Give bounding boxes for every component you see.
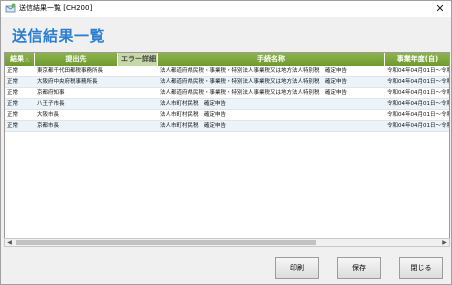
table-row[interactable]: 正常 京都府知事 法人都道府県民税・事業税・特別法人事業税又は地方法人特別税 確… — [5, 88, 450, 99]
cell-error-detail — [118, 121, 158, 132]
page-title: 送信結果一覧 — [12, 27, 106, 45]
scroll-left-icon[interactable]: ◀ — [5, 239, 14, 246]
table-header: 結果△ 提出先 エラー詳細 手続名称 事業年度(自) — [5, 53, 449, 66]
cell-error-detail — [118, 77, 158, 88]
cell-destination: 大阪府中央府税事務所長 — [37, 79, 98, 85]
cell-fiscal-year: 令和04年04月01日～令和 — [387, 101, 450, 107]
cell-fiscal-year: 令和04年04月01日～令和 — [387, 112, 450, 118]
table-row[interactable]: 正常 大阪市長 法人市町村民税 確定申告 令和04年04月01日～令和 — [5, 110, 450, 121]
cell-fiscal-year: 令和04年04月01日～令和 — [387, 79, 450, 85]
cell-procedure: 法人都道府県民税・事業税・特別法人事業税又は地方法人特別税 確定申告 — [160, 68, 348, 74]
cell-result: 正常 — [7, 68, 19, 74]
cell-result: 正常 — [7, 101, 19, 107]
table-row[interactable]: 正常 八王子市長 法人市町村民税 確定申告 令和04年04月01日～令和 — [5, 99, 450, 110]
column-header-fiscal-year[interactable]: 事業年度(自) — [385, 53, 449, 66]
cell-fiscal-year: 令和04年04月01日～令和 — [387, 123, 450, 129]
column-header-procedure[interactable]: 手続名称 — [158, 53, 385, 66]
results-table[interactable]: 結果△ 提出先 エラー詳細 手続名称 事業年度(自) 正常 東京都千代田都税事務… — [4, 52, 450, 242]
close-button[interactable]: 閉じる — [399, 257, 443, 279]
table-row[interactable]: 正常 東京都千代田都税事務所長 法人都道府県民税・事業税・特別法人事業税又は地方… — [5, 66, 450, 77]
cell-destination: 大阪市長 — [37, 112, 60, 118]
cell-error-detail — [118, 110, 158, 121]
cell-result: 正常 — [7, 123, 19, 129]
cell-procedure: 法人市町村民税 確定申告 — [160, 123, 227, 129]
cell-destination: 京都市長 — [37, 123, 60, 129]
cell-procedure: 法人都道府県民税・事業税・特別法人事業税又は地方法人特別税 確定申告 — [160, 79, 348, 85]
window-close-icon[interactable]: ✕ — [433, 2, 447, 16]
cell-destination: 東京都千代田都税事務所長 — [37, 68, 104, 74]
scroll-right-icon[interactable]: ▶ — [440, 239, 449, 246]
cell-error-detail — [118, 66, 158, 77]
cell-procedure: 法人市町村民税 確定申告 — [160, 112, 227, 118]
print-button[interactable]: 印刷 — [275, 257, 319, 279]
horizontal-scrollbar[interactable]: ◀ ▶ — [4, 238, 450, 247]
scroll-thumb[interactable] — [16, 240, 316, 245]
cell-error-detail — [118, 99, 158, 110]
sort-icon: △ — [25, 57, 29, 63]
save-button[interactable]: 保存 — [337, 257, 381, 279]
title-bar: 送信結果一覧 [CH200] ✕ — [1, 1, 451, 17]
column-header-result[interactable]: 結果△ — [5, 53, 35, 66]
cell-destination: 京都府知事 — [37, 90, 65, 96]
cell-destination: 八王子市長 — [37, 101, 65, 107]
cell-result: 正常 — [7, 79, 19, 85]
cell-error-detail — [118, 88, 158, 99]
cell-fiscal-year: 令和04年04月01日～令和 — [387, 68, 450, 74]
window-title: 送信結果一覧 [CH200] — [19, 4, 93, 12]
cell-procedure: 法人市町村民税 確定申告 — [160, 101, 227, 107]
cell-result: 正常 — [7, 112, 19, 118]
cell-result: 正常 — [7, 90, 19, 96]
results-window: 送信結果一覧 [CH200] ✕ 送信結果一覧 結果△ 提出先 エラー詳細 手続… — [0, 0, 452, 285]
table-row[interactable]: 正常 大阪府中央府税事務所長 法人都道府県民税・事業税・特別法人事業税又は地方法… — [5, 77, 450, 88]
table-body: 正常 東京都千代田都税事務所長 法人都道府県民税・事業税・特別法人事業税又は地方… — [5, 66, 450, 132]
cell-procedure: 法人都道府県民税・事業税・特別法人事業税又は地方法人特別税 確定申告 — [160, 90, 348, 96]
app-icon — [5, 3, 16, 13]
column-header-destination[interactable]: 提出先 — [35, 53, 118, 66]
column-header-error-detail[interactable]: エラー詳細 — [118, 53, 158, 66]
cell-fiscal-year: 令和04年04月01日～令和 — [387, 90, 450, 96]
table-row[interactable]: 正常 京都市長 法人市町村民税 確定申告 令和04年04月01日～令和 — [5, 121, 450, 132]
